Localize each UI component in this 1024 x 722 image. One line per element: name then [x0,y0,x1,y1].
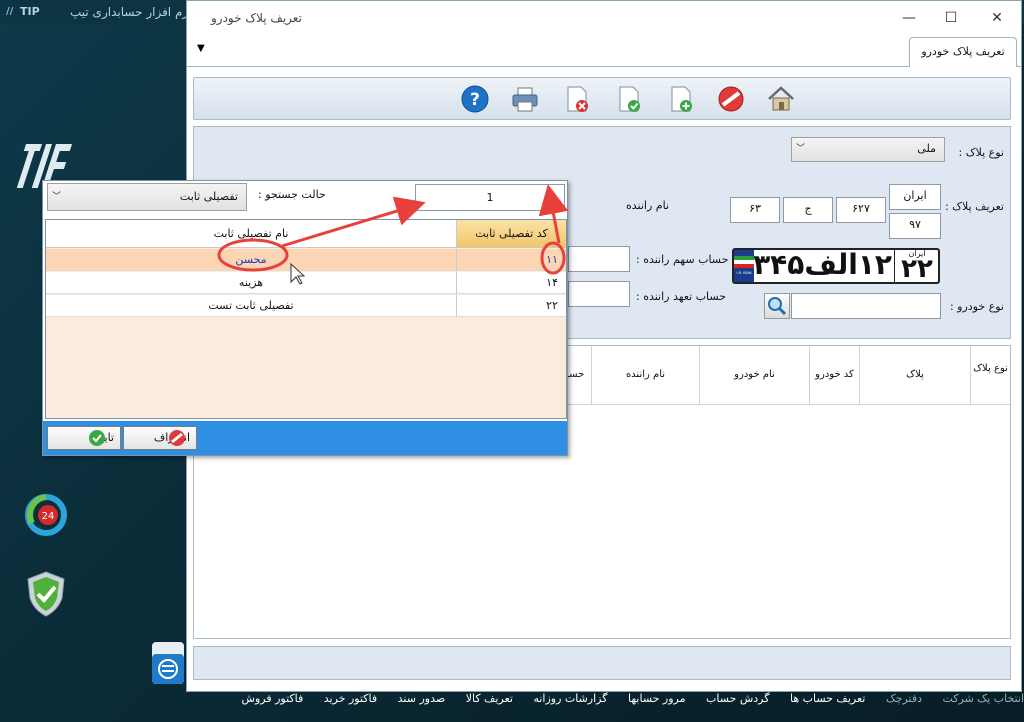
security-shield-icon[interactable] [24,570,68,618]
grid-col-vehicle-name[interactable]: نام خودرو [699,346,809,404]
plate-region-text: ۲۲ [901,254,933,284]
cancel-icon[interactable] [716,84,746,114]
grid-col-plate[interactable]: پلاک [859,346,970,404]
plate-country-code: I.R. IRAN [736,271,752,275]
plate-region-field[interactable]: ۹۷ [889,213,941,239]
taskbar-item[interactable]: تعریف کالا [466,692,513,705]
row-name: تفصیلی ثابت تست [208,299,294,312]
plate-part2-field[interactable]: ۶۳ [730,197,780,223]
close-button[interactable]: ✕ [983,8,1011,28]
plate-preview-image: I.R. IRAN ۱۲الف۳۴۵ ایران ۲۲ [732,248,940,284]
help-icon[interactable]: ? [460,84,490,114]
chevron-down-icon: ﹀ [796,144,806,154]
search-mode-label: حالت جستجو : [258,188,326,201]
app-icon-text: TIP [20,5,40,18]
taskbar-item[interactable]: فاکتور خرید [324,692,377,705]
row-code: ۱۴ [456,272,566,294]
tab-dropdown-icon[interactable]: ▼ [197,43,205,54]
window-title: تعریف پلاک خودرو [211,11,302,25]
search-input[interactable]: 1 [415,184,565,211]
row-name: هزینه [238,276,264,289]
popup-header: تفصیلی ثابت ﹀ حالت جستجو : 1 [43,181,567,218]
chevron-down-icon: ﹀ [52,192,62,202]
delete-doc-icon[interactable] [562,84,592,114]
lookup-popup: تفصیلی ثابت ﹀ حالت جستجو : 1 کد تفصیلی ث… [42,180,568,456]
taskbar-item[interactable]: تعریف حساب ها [790,692,865,705]
cancel-icon [169,430,185,446]
plate-divider [894,250,895,282]
tip-app-icon: // [6,6,14,17]
maximize-button[interactable]: ☐ [937,8,965,28]
check-icon [89,430,105,446]
sales-app-icon[interactable] [150,640,186,686]
new-doc-icon[interactable] [666,84,696,114]
window-titlebar: تعریف پلاک خودرو — ☐ ✕ [187,1,1021,35]
table-row[interactable]: ۱۴ هزینه [46,272,566,294]
row-code: ۲۲ [456,295,566,317]
driver-name-label: نام راننده [626,199,670,212]
grid-col-vehicle-code[interactable]: کد خودرو [809,346,859,404]
svg-text:24: 24 [42,511,55,522]
plate-country-field[interactable]: ایران [889,184,941,210]
minimize-button[interactable]: — [895,8,923,28]
plate-type-label: نوع پلاک : [958,146,1004,159]
search-icon [768,297,787,316]
app-name: نرم افزار حسابداری تیپ [70,5,193,19]
confirm-doc-icon[interactable] [614,84,644,114]
taskbar-item[interactable]: انتخاب یک شرکت [943,692,1024,705]
driver-share-field[interactable] [568,246,630,272]
vehicle-type-label: نوع خودرو : [949,300,1004,313]
svg-text:?: ? [470,90,480,110]
plate-definition-label: تعریف پلاک : [944,200,1004,213]
driver-commit-label: حساب تعهد راننده : [636,290,727,303]
plate-flag-strip: I.R. IRAN [734,250,754,282]
taskbar-item[interactable]: فاکتور فروش [242,692,304,705]
plate-type-value: ملی [917,142,936,155]
search-mode-select[interactable]: تفصیلی ثابت ﹀ [47,183,247,211]
driver-share-label: حساب سهم راننده : [636,253,729,266]
popup-footer: تایید انصراف [43,421,567,455]
taskbar-item[interactable]: گزارشات روزانه [533,692,607,705]
print-icon[interactable] [510,84,540,114]
window-footer [193,646,1011,680]
home-icon[interactable] [766,84,796,114]
lookup-list: کد تفصیلی ثابت نام تفصیلی ثابت ۱۱ محسن ۱… [45,219,567,419]
table-row[interactable]: ۱۱ محسن [46,249,566,271]
row-name: محسن [235,253,267,266]
plate-letter-field[interactable]: ج [783,197,833,223]
col-code-header[interactable]: کد تفصیلی ثابت [456,220,566,248]
grid-col-driver-name[interactable]: نام راننده [591,346,699,404]
taskbar-item[interactable]: مرور حسابها [628,692,686,705]
desktop-taskbar: انتخاب یک شرکت دفترچک تعریف حساب ها گردش… [140,692,1024,714]
table-row[interactable]: ۲۲ تفصیلی ثابت تست [46,295,566,317]
plate-part1-field[interactable]: ۶۲۷ [836,197,886,223]
taskbar-item[interactable]: گردش حساب [706,692,769,705]
vehicle-type-field[interactable] [791,293,941,319]
confirm-button[interactable]: تایید [47,426,121,450]
tab-plate-definition[interactable]: تعریف پلاک خودرو [909,37,1017,67]
tab-row: ▼ تعریف پلاک خودرو [187,35,1021,67]
taskbar-item[interactable]: صدور سند [398,692,446,705]
taskbar-item[interactable]: دفترچک [886,692,922,705]
toolbar: ? [193,77,1011,120]
vehicle-search-button[interactable] [764,293,790,319]
grid-col-plate-type[interactable]: نوع پلاک [970,346,1010,404]
search-mode-value: تفصیلی ثابت [179,190,238,203]
row-code: ۱۱ [456,249,566,271]
support-24-icon[interactable]: 24 [22,490,70,540]
cancel-button[interactable]: انصراف [123,426,197,450]
driver-commit-field[interactable] [568,281,630,307]
col-name-header[interactable]: نام تفصیلی ثابت [46,220,456,248]
plate-type-select[interactable]: ملی ﹀ [791,137,945,162]
plate-main-text: ۱۲الف۳۴۵ [753,248,892,281]
